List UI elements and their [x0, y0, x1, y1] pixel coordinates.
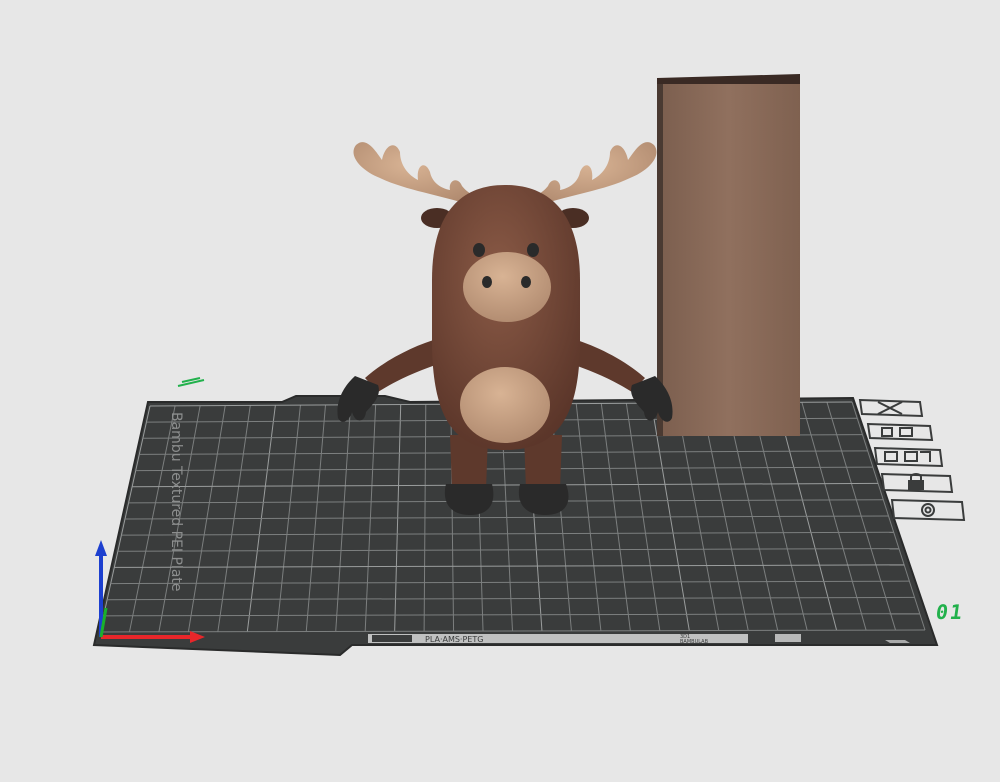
3d-viewport[interactable]: PLA·AMS·PETG 3D1 BAMBULAB Bambu Textured… [0, 0, 1000, 782]
plate-number: 01 [934, 600, 966, 624]
filament-label: PLA·AMS·PETG [425, 635, 483, 644]
moose-snout [463, 252, 551, 322]
moose-belly [460, 367, 550, 443]
moose-nostril-right [521, 276, 531, 288]
arrange-icon[interactable] [873, 446, 944, 468]
moose-nostril-left [482, 276, 492, 288]
prime-tower[interactable] [657, 74, 800, 436]
plate-corner-mark [177, 377, 205, 387]
lock-icon[interactable] [880, 472, 954, 494]
moose-eye-left [473, 243, 485, 257]
settings-icon[interactable] [890, 498, 966, 522]
orient-icon[interactable] [866, 422, 934, 442]
strip-label-bottom: BAMBULAB [680, 639, 709, 645]
plate-texture-label: Bambu Textured PEI Plate [168, 412, 184, 592]
moose-eye-right [527, 243, 539, 257]
close-icon[interactable] [858, 398, 924, 418]
